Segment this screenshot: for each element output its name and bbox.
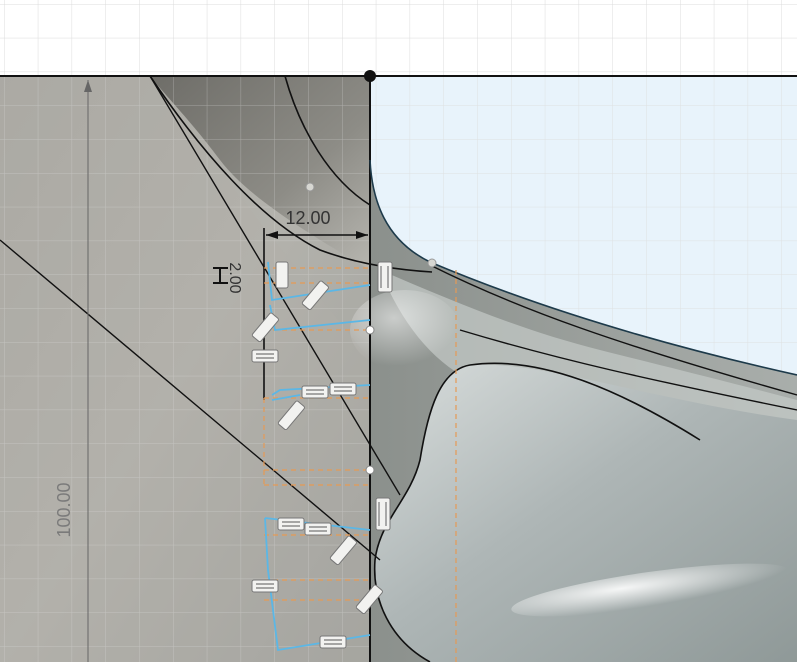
body-grid xyxy=(0,76,370,662)
sketch-point-icon[interactable] xyxy=(365,465,375,475)
sketch-point-icon[interactable] xyxy=(427,258,437,268)
height-dimension-label[interactable]: 2.00 xyxy=(226,262,243,293)
sketch-point-icon[interactable] xyxy=(364,70,376,82)
width-dimension-label[interactable]: 12.00 xyxy=(285,208,330,228)
sketch-point-icon[interactable] xyxy=(305,182,315,192)
design-canvas[interactable]: 12.00 2.00 100.00 xyxy=(0,0,797,662)
sketch-svg[interactable]: 12.00 2.00 100.00 xyxy=(0,0,797,662)
sketch-point-icon[interactable] xyxy=(365,325,375,335)
overall-dimension-label[interactable]: 100.00 xyxy=(54,482,74,537)
